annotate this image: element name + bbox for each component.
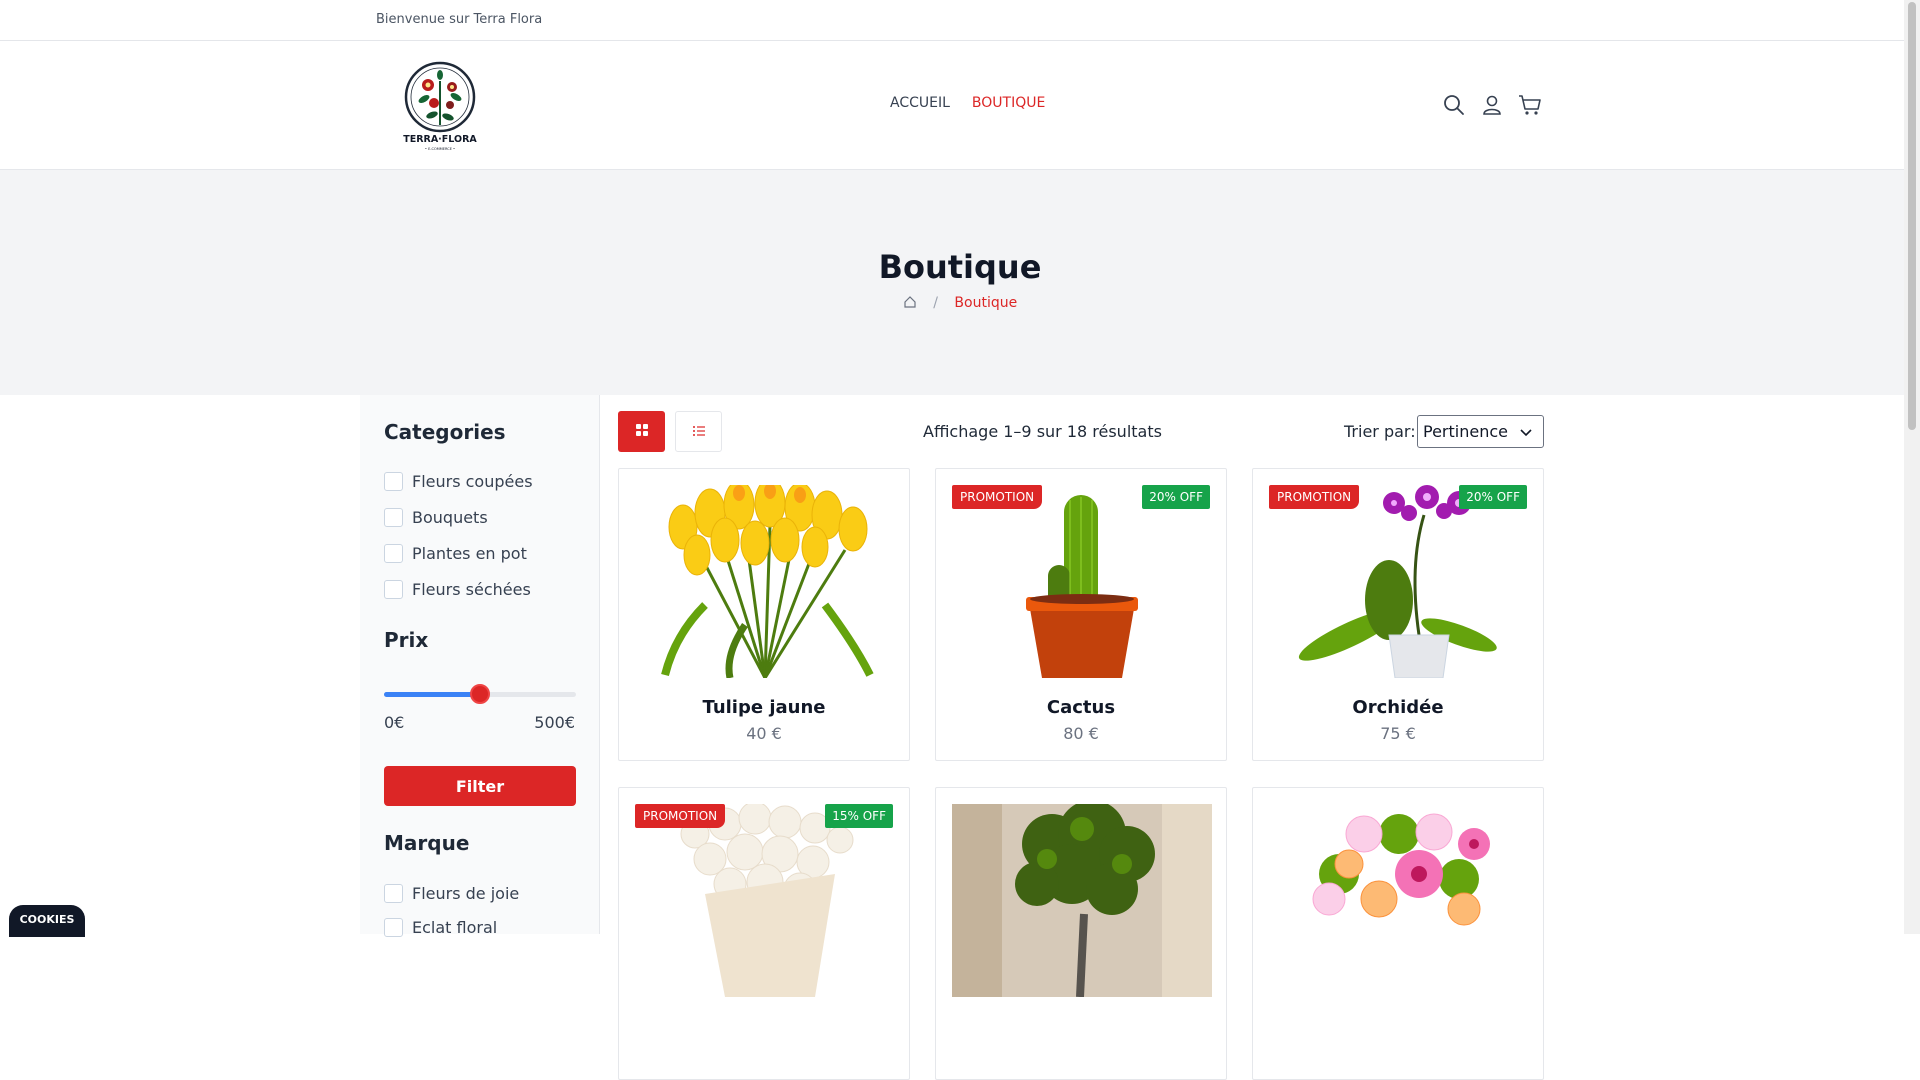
price-slider-fill xyxy=(384,692,480,697)
logo[interactable]: TERRA·FLORA • E-COMMERCE • xyxy=(398,61,482,151)
brand-eclat-floral[interactable]: Eclat floral xyxy=(384,918,497,937)
categories-heading: Categories xyxy=(384,420,506,444)
discount-badge: 20% OFF xyxy=(1142,485,1210,509)
checkbox[interactable] xyxy=(384,884,403,903)
product-card[interactable]: PROMOTION 20% OFF Orchidée 75 € xyxy=(1252,468,1544,761)
brand-label: Eclat floral xyxy=(412,918,498,937)
filter-button[interactable]: Filter xyxy=(384,766,576,806)
product-price: 40 € xyxy=(746,724,782,743)
breadcrumb-current: Boutique xyxy=(954,295,1018,311)
product-image[interactable] xyxy=(952,485,1212,678)
category-fleurs-coupees[interactable]: Fleurs coupées xyxy=(384,472,533,491)
promotion-badge: PROMOTION xyxy=(952,485,1043,509)
top-bar: Bienvenue sur Terra Flora xyxy=(0,0,1920,41)
main-nav: ACCUEIL BOUTIQUE xyxy=(890,95,1045,111)
checkbox[interactable] xyxy=(384,918,403,937)
svg-text:TERRA·FLORA: TERRA·FLORA xyxy=(403,134,477,145)
product-image[interactable] xyxy=(952,804,1212,997)
sort-select[interactable]: Pertinence xyxy=(1417,415,1544,448)
product-name[interactable]: Cactus xyxy=(936,697,1226,718)
product-image[interactable] xyxy=(635,485,895,678)
brand-fleurs-de-joie[interactable]: Fleurs de joie xyxy=(384,884,519,903)
chevron-down-icon xyxy=(1519,425,1533,444)
category-plantes-en-pot[interactable]: Plantes en pot xyxy=(384,544,527,563)
product-name[interactable]: Orchidée xyxy=(1253,697,1543,718)
list-icon xyxy=(692,422,706,441)
product-price: 75 € xyxy=(1380,724,1416,743)
price-min: 0€ xyxy=(384,713,405,732)
brand-label: Fleurs de joie xyxy=(412,884,520,903)
promotion-badge: PROMOTION xyxy=(1269,485,1360,509)
breadcrumb: / Boutique xyxy=(0,295,1920,313)
category-label: Fleurs séchées xyxy=(412,580,531,599)
category-label: Plantes en pot xyxy=(412,544,527,563)
price-heading: Prix xyxy=(384,628,429,652)
list-view-button[interactable] xyxy=(675,411,722,452)
welcome-text: Bienvenue sur Terra Flora xyxy=(376,12,543,27)
checkbox[interactable] xyxy=(384,580,403,599)
page-scrollbar[interactable] xyxy=(1904,0,1920,934)
category-bouquets[interactable]: Bouquets xyxy=(384,508,488,527)
page-title: Boutique xyxy=(878,248,1042,286)
grid-view-button[interactable] xyxy=(618,411,665,452)
price-slider-thumb[interactable] xyxy=(470,684,490,704)
product-card[interactable]: PROMOTION 20% OFF Cactus 80 € xyxy=(935,468,1227,761)
header: TERRA·FLORA • E-COMMERCE • ACCUEIL BOUTI… xyxy=(0,41,1920,170)
discount-badge: 20% OFF xyxy=(1459,485,1527,509)
sort-label: Trier par: xyxy=(1344,422,1416,441)
product-image[interactable] xyxy=(1269,485,1529,678)
page-hero: Boutique / Boutique xyxy=(0,170,1920,395)
checkbox[interactable] xyxy=(384,472,403,491)
price-max: 500€ xyxy=(534,713,575,732)
user-icon[interactable] xyxy=(1480,93,1504,117)
checkbox[interactable] xyxy=(384,544,403,563)
svg-text:• E-COMMERCE •: • E-COMMERCE • xyxy=(425,147,455,151)
home-icon[interactable] xyxy=(903,295,917,313)
product-image[interactable] xyxy=(635,804,895,997)
search-icon[interactable] xyxy=(1442,93,1466,117)
filter-sidebar: Categories Fleurs coupées Bouquets Plant… xyxy=(360,395,600,937)
grid-icon xyxy=(635,422,649,441)
product-card[interactable]: Tulipe jaune 40 € xyxy=(618,468,910,761)
product-image[interactable] xyxy=(1269,804,1529,997)
nav-boutique[interactable]: BOUTIQUE xyxy=(972,95,1045,111)
cookies-button[interactable]: COOKIES xyxy=(9,905,85,937)
sort-value: Pertinence xyxy=(1423,422,1508,441)
category-label: Fleurs coupées xyxy=(412,472,533,491)
discount-badge: 15% OFF xyxy=(825,804,893,828)
product-price: 80 € xyxy=(1063,724,1099,743)
cart-icon[interactable] xyxy=(1518,93,1542,117)
product-name[interactable]: Tulipe jaune xyxy=(619,697,909,718)
category-label: Bouquets xyxy=(412,508,488,527)
header-icons xyxy=(1442,93,1542,117)
results-count: Affichage 1–9 sur 18 résultats xyxy=(923,422,1162,441)
price-slider[interactable] xyxy=(384,684,576,704)
scrollbar-thumb[interactable] xyxy=(1908,2,1916,430)
brand-heading: Marque xyxy=(384,831,470,855)
nav-accueil[interactable]: ACCUEIL xyxy=(890,95,950,111)
category-fleurs-sechees[interactable]: Fleurs séchées xyxy=(384,580,531,599)
checkbox[interactable] xyxy=(384,508,403,527)
breadcrumb-separator: / xyxy=(933,295,938,311)
promotion-badge: PROMOTION xyxy=(635,804,726,828)
